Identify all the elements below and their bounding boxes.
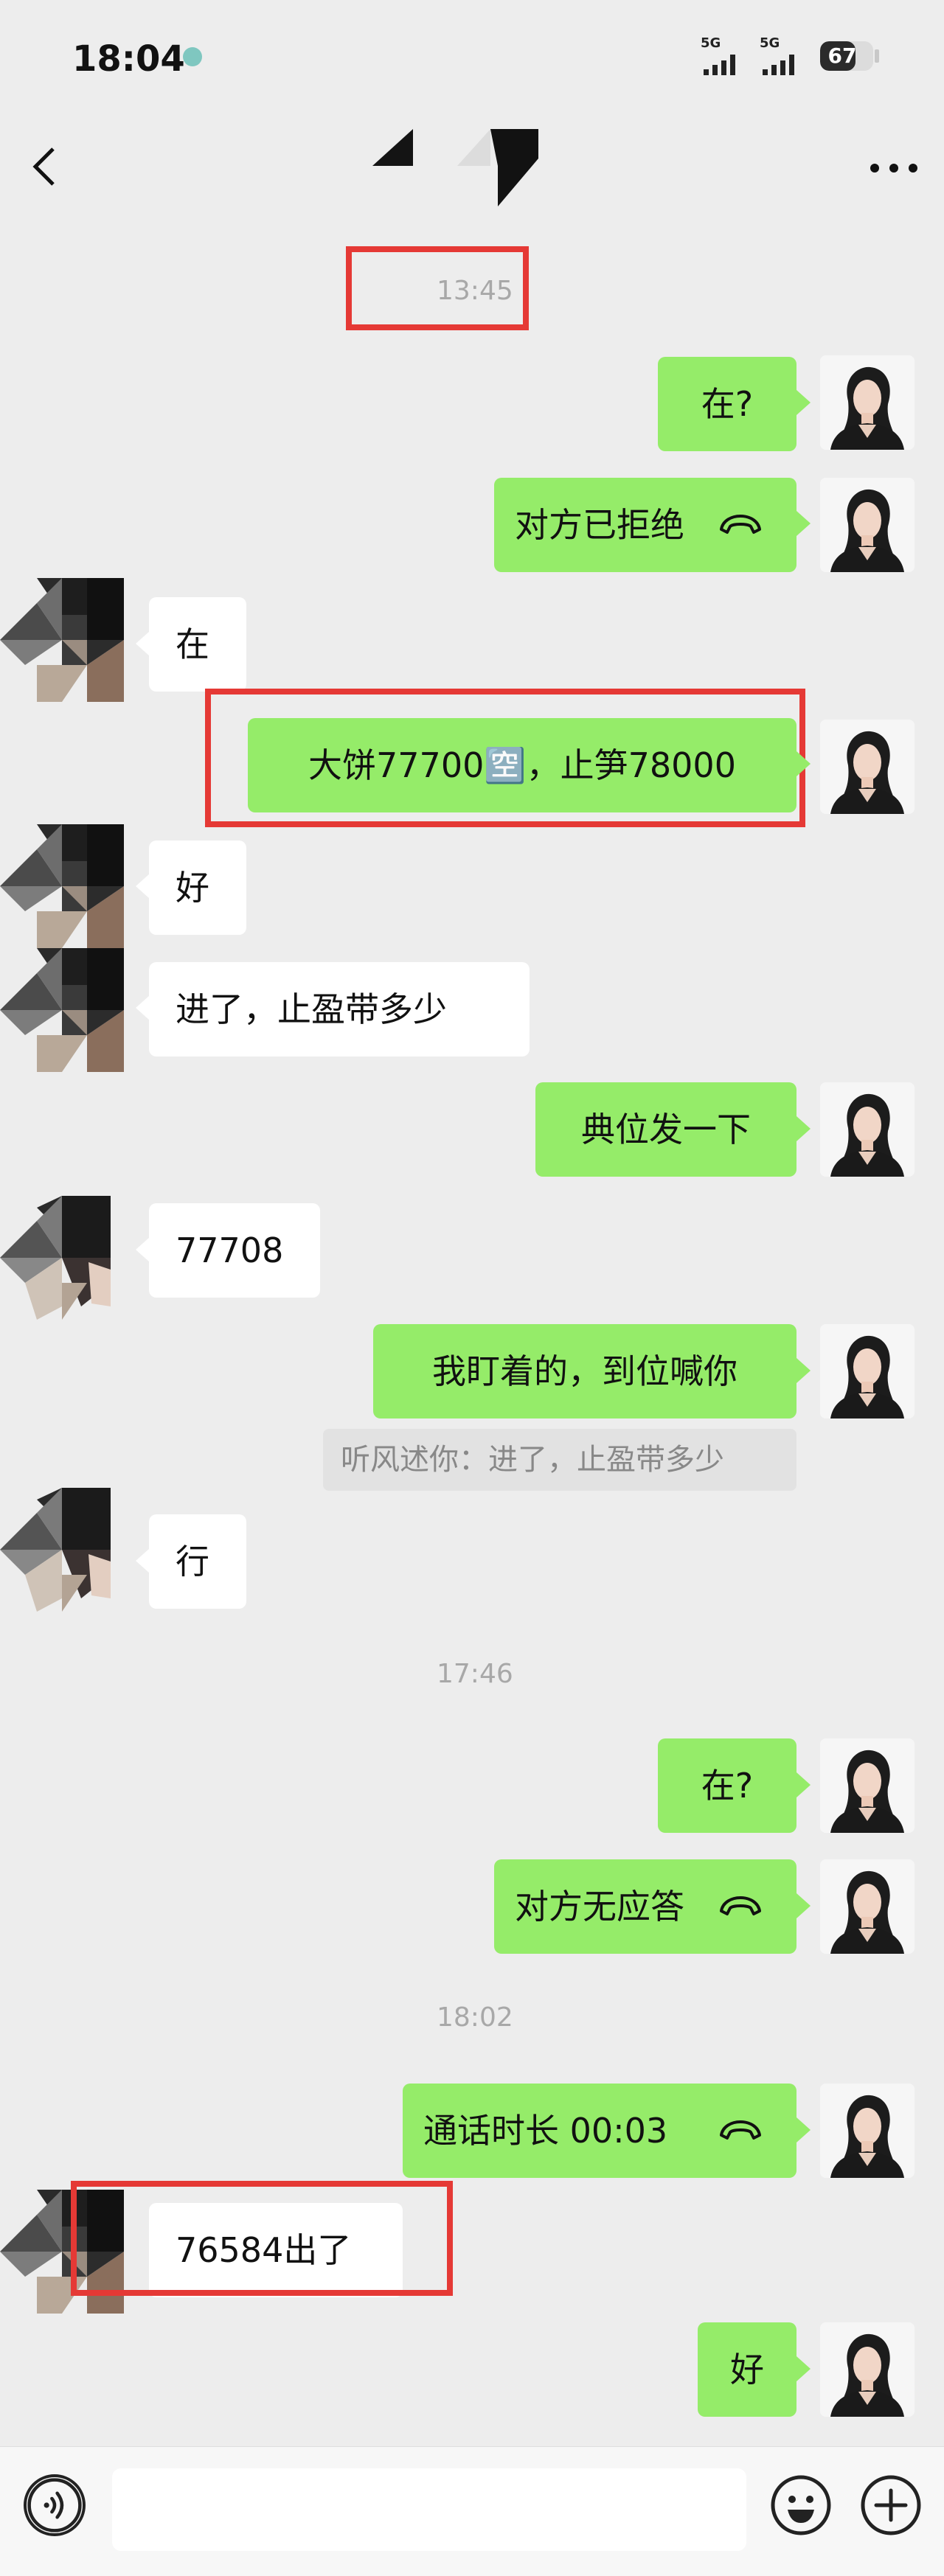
ellipsis-icon[interactable] [867, 153, 920, 183]
battery-icon: 67 [820, 41, 873, 71]
bubble-tail [796, 1116, 811, 1141]
highlight-box [71, 2181, 453, 2296]
message-input[interactable] [112, 2468, 746, 2551]
bubble-tail [136, 1237, 150, 1262]
message-text: 对方已拒绝 [515, 505, 684, 545]
contact-name-mosaic [372, 129, 538, 206]
battery-level: 67 [827, 43, 857, 68]
bubble-tail [136, 631, 150, 656]
call-duration-message[interactable]: 通话时长 00:03 [403, 2084, 796, 2178]
my-avatar[interactable] [820, 720, 914, 814]
bubble-tail [136, 1548, 150, 1573]
my-avatar[interactable] [820, 1859, 914, 1954]
hangup-icon [718, 1895, 763, 1917]
quoted-message[interactable]: 听风述你：进了，止盈带多少 [323, 1429, 796, 1491]
bubble-tail [796, 390, 811, 415]
bubble-tail [796, 1772, 811, 1797]
timestamp: 13:45 [437, 276, 513, 306]
bubble-tail [136, 995, 150, 1020]
call-rejected-message[interactable]: 对方已拒绝 [494, 478, 796, 572]
hangup-icon [718, 2119, 763, 2141]
message-text: 对方无应答 [515, 1887, 684, 1926]
contact-avatar[interactable] [0, 948, 124, 1072]
message-bubble[interactable]: 典位发一下 [535, 1082, 796, 1177]
my-avatar[interactable] [820, 2084, 914, 2178]
clock: 18:04 [72, 38, 185, 80]
bubble-tail [796, 1358, 811, 1383]
emoji-icon[interactable] [770, 2474, 832, 2536]
timestamp: 18:02 [437, 2002, 513, 2033]
bubble-tail [796, 511, 811, 536]
message-bubble[interactable]: 77708 [149, 1203, 320, 1298]
message-bubble[interactable]: 行 [149, 1514, 246, 1609]
message-bubble[interactable]: 好 [149, 840, 246, 935]
sim-icon [183, 47, 202, 66]
battery-tip [875, 49, 879, 63]
network-label: 5G [760, 35, 780, 51]
contact-avatar[interactable] [0, 1196, 124, 1320]
message-bubble[interactable]: 大饼77700🈳，止笋78000 [248, 718, 796, 812]
contact-avatar[interactable] [0, 1488, 124, 1612]
chevron-left-icon[interactable] [28, 145, 63, 189]
hangup-icon [718, 513, 763, 535]
contact-avatar[interactable] [0, 824, 124, 948]
my-avatar[interactable] [820, 2322, 914, 2417]
my-avatar[interactable] [820, 355, 914, 450]
my-avatar[interactable] [820, 1738, 914, 1833]
my-avatar[interactable] [820, 1324, 914, 1418]
my-avatar[interactable] [820, 1082, 914, 1177]
message-bubble[interactable]: 进了，止盈带多少 [149, 962, 530, 1056]
contact-avatar[interactable] [0, 578, 124, 702]
message-text: 通话时长 00:03 [423, 2111, 668, 2151]
message-bubble[interactable]: 在? [658, 1738, 796, 1833]
message-bubble[interactable]: 在 [149, 597, 246, 692]
network-label: 5G [701, 35, 721, 51]
voice-icon[interactable] [24, 2474, 86, 2536]
bubble-tail [796, 2117, 811, 2142]
message-bubble[interactable]: 在? [658, 357, 796, 451]
bubble-tail [796, 751, 811, 776]
bubble-tail [136, 874, 150, 899]
message-bubble[interactable]: 我盯着的，到位喊你 [373, 1324, 796, 1418]
timestamp: 17:46 [437, 1659, 513, 1689]
message-bubble[interactable]: 好 [698, 2322, 796, 2417]
call-no-answer-message[interactable]: 对方无应答 [494, 1859, 796, 1954]
bubble-tail [796, 2356, 811, 2381]
bubble-tail [796, 1893, 811, 1918]
plus-icon[interactable] [860, 2474, 922, 2536]
my-avatar[interactable] [820, 478, 914, 572]
